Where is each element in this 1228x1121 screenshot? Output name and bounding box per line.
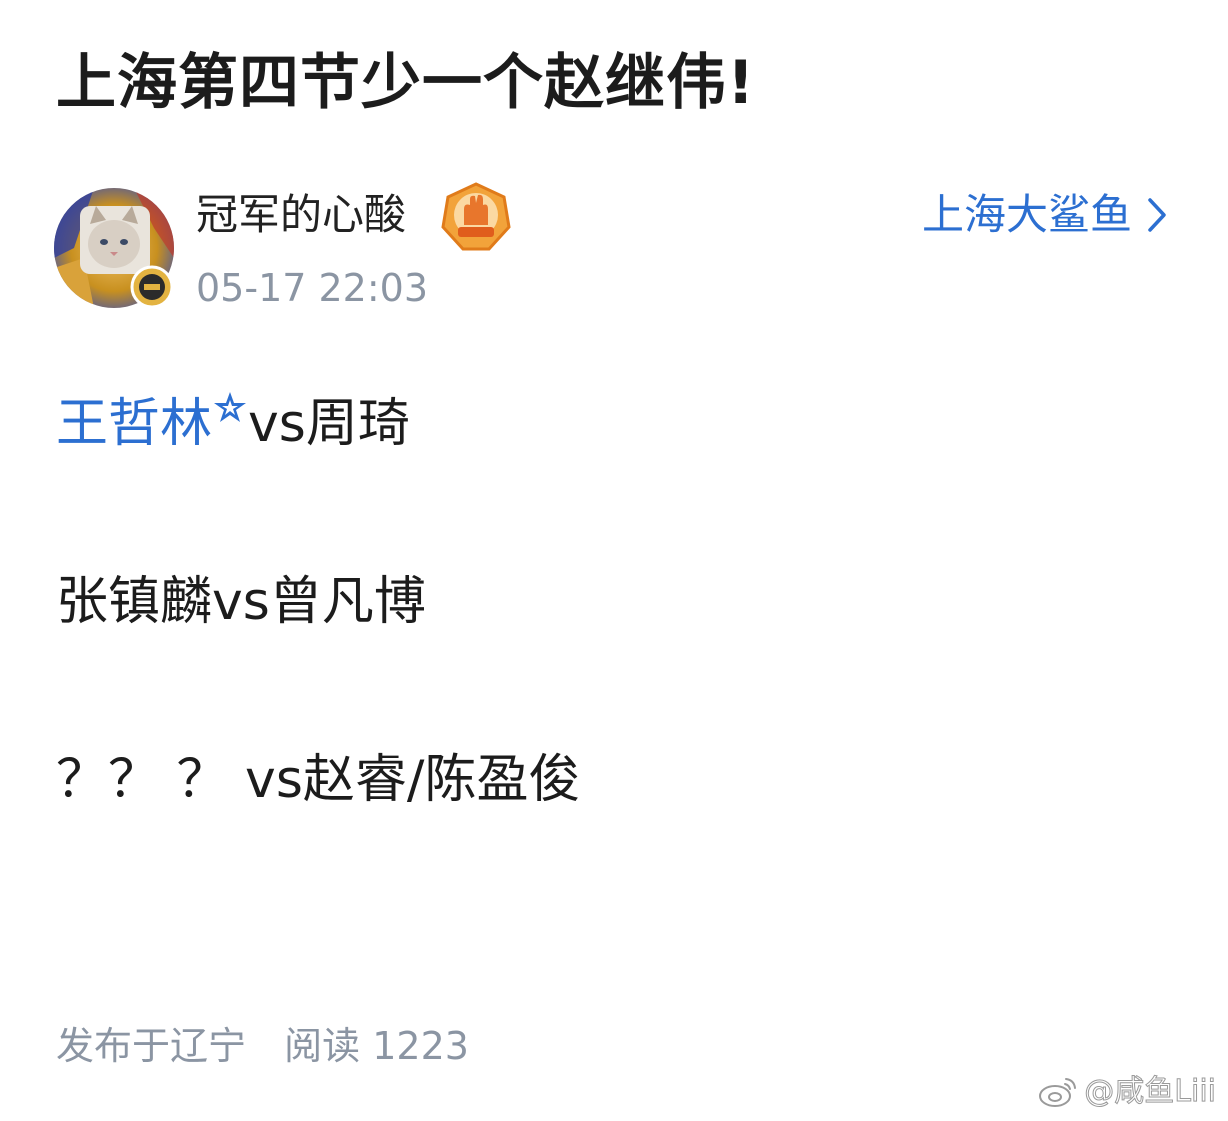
chevron-right-icon [1148, 198, 1166, 232]
fan-medal-icon [441, 182, 511, 251]
read-count: 1223 [372, 1024, 469, 1068]
body-line-2: 张镇麟vs曾凡博 [56, 572, 426, 632]
post-footer: 发布于辽宁 阅读 1223 [56, 1018, 469, 1074]
body-line-1-rest: vs周琦 [248, 394, 410, 454]
post-location: 发布于辽宁 [56, 1024, 247, 1068]
topic-label: 上海大鲨鱼 [921, 190, 1132, 239]
topic-link[interactable]: 上海大鲨鱼 [922, 184, 1168, 246]
post-time: 05-17 22:03 [196, 266, 429, 310]
author-name[interactable]: 冠军的心酸 [196, 184, 406, 246]
post-title: 上海第四节少一个赵继伟! [56, 48, 756, 118]
gold-badge-icon [130, 265, 174, 309]
watermark-text: @咸鱼Liii [1084, 1074, 1217, 1110]
weibo-logo-icon [1039, 1078, 1077, 1107]
body-line-1: 王哲林 vs周琦 [56, 388, 410, 460]
watermark: @咸鱼Liii [1038, 1070, 1216, 1114]
verified-star-icon [214, 392, 247, 422]
body-line-3: ？？ ？ vs赵睿/陈盈俊 [56, 750, 581, 810]
read-label: 阅读 [284, 1024, 361, 1068]
mention-link[interactable]: 王哲林 [56, 394, 212, 454]
